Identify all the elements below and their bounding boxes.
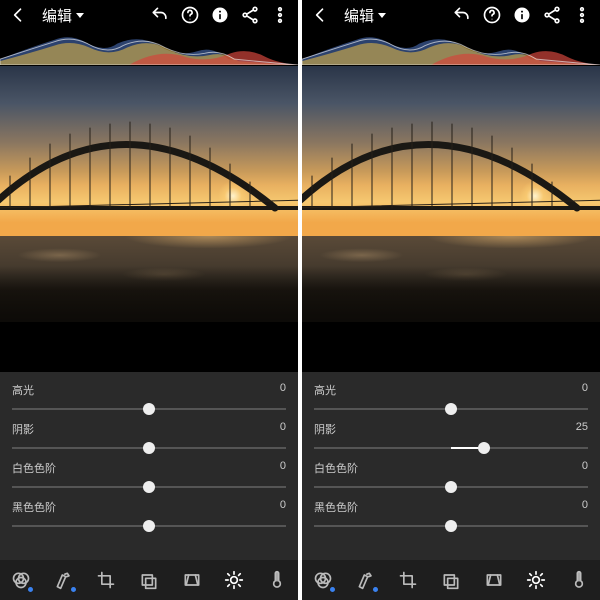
slider-value: 0 — [582, 499, 588, 515]
editor-panel-left: 编辑 — [0, 0, 298, 600]
light-tool[interactable] — [221, 567, 247, 593]
editor-panel-right: 编辑 — [302, 0, 600, 600]
slider-label: 黑色色阶 — [12, 499, 56, 515]
slider-blacks: 黑色色阶 0 — [12, 499, 286, 534]
undo-icon[interactable] — [150, 5, 170, 25]
slider-label: 白色色阶 — [314, 460, 358, 476]
screen-title[interactable]: 编辑 — [42, 5, 84, 26]
temperature-tool[interactable] — [566, 567, 592, 593]
share-icon[interactable] — [240, 5, 260, 25]
slider-value: 25 — [576, 421, 588, 437]
slider-highlights: 高光 0 — [12, 382, 286, 417]
image-preview[interactable] — [302, 66, 600, 372]
healing-tool[interactable] — [51, 567, 77, 593]
slider-value: 0 — [582, 382, 588, 398]
slider-value: 0 — [280, 460, 286, 476]
crop-tool[interactable] — [395, 567, 421, 593]
histogram — [302, 30, 600, 66]
screen-title[interactable]: 编辑 — [344, 5, 386, 26]
more-icon[interactable] — [270, 5, 290, 25]
slider-value: 0 — [582, 460, 588, 476]
help-icon[interactable] — [482, 5, 502, 25]
bridge-shape — [302, 116, 600, 256]
bottom-toolbar — [0, 560, 298, 600]
slider-label: 阴影 — [314, 421, 336, 437]
presets-tool[interactable] — [438, 567, 464, 593]
slider-track[interactable] — [314, 518, 588, 534]
slider-label: 黑色色阶 — [314, 499, 358, 515]
title-text: 编辑 — [344, 5, 374, 26]
geometry-tool[interactable] — [481, 567, 507, 593]
slider-track[interactable] — [314, 479, 588, 495]
color-mix-tool[interactable] — [8, 567, 34, 593]
color-mix-tool[interactable] — [310, 567, 336, 593]
undo-icon[interactable] — [452, 5, 472, 25]
slider-track[interactable] — [12, 479, 286, 495]
slider-label: 高光 — [12, 382, 34, 398]
slider-value: 0 — [280, 499, 286, 515]
slider-label: 白色色阶 — [12, 460, 56, 476]
top-bar: 编辑 — [302, 0, 600, 30]
sliders-panel: 高光 0 阴影 25 白色色阶 0 — [302, 372, 600, 560]
slider-value: 0 — [280, 421, 286, 437]
image-preview[interactable] — [0, 66, 298, 372]
crop-tool[interactable] — [93, 567, 119, 593]
top-bar: 编辑 — [0, 0, 298, 30]
slider-blacks: 黑色色阶 0 — [314, 499, 588, 534]
share-icon[interactable] — [542, 5, 562, 25]
sliders-panel: 高光 0 阴影 0 白色色阶 0 — [0, 372, 298, 560]
title-text: 编辑 — [42, 5, 72, 26]
info-icon[interactable] — [512, 5, 532, 25]
dropdown-icon[interactable] — [378, 13, 386, 18]
slider-track[interactable] — [12, 440, 286, 456]
back-icon[interactable] — [8, 5, 28, 25]
light-tool[interactable] — [523, 567, 549, 593]
help-icon[interactable] — [180, 5, 200, 25]
slider-label: 高光 — [314, 382, 336, 398]
slider-shadows: 阴影 0 — [12, 421, 286, 456]
presets-tool[interactable] — [136, 567, 162, 593]
dropdown-icon[interactable] — [76, 13, 84, 18]
bottom-toolbar — [302, 560, 600, 600]
slider-value: 0 — [280, 382, 286, 398]
slider-whites: 白色色阶 0 — [12, 460, 286, 495]
healing-tool[interactable] — [353, 567, 379, 593]
slider-shadows: 阴影 25 — [314, 421, 588, 456]
slider-track[interactable] — [314, 401, 588, 417]
slider-whites: 白色色阶 0 — [314, 460, 588, 495]
slider-label: 阴影 — [12, 421, 34, 437]
info-icon[interactable] — [210, 5, 230, 25]
temperature-tool[interactable] — [264, 567, 290, 593]
slider-track[interactable] — [314, 440, 588, 456]
slider-track[interactable] — [12, 401, 286, 417]
more-icon[interactable] — [572, 5, 592, 25]
slider-highlights: 高光 0 — [314, 382, 588, 417]
histogram — [0, 30, 298, 66]
geometry-tool[interactable] — [179, 567, 205, 593]
back-icon[interactable] — [310, 5, 330, 25]
slider-track[interactable] — [12, 518, 286, 534]
bridge-shape — [0, 116, 298, 256]
